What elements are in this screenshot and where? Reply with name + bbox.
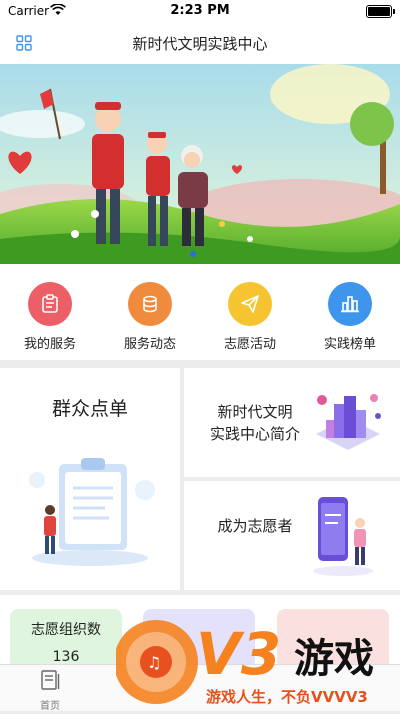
service-label: 服务动态 — [123, 337, 176, 352]
v3-games-watermark: ♫ V3 游戏 游戏人生，不负VVVV3 — [114, 604, 400, 710]
card-title: 群众点单 — [51, 398, 128, 420]
watermark-slogan: 游戏人生，不负VVVV3 — [206, 688, 368, 706]
battery-icon — [366, 5, 395, 18]
service-volunteer-activities[interactable]: 志愿活动 — [200, 282, 300, 352]
service-rankings[interactable]: 实践榜单 — [300, 282, 400, 352]
phone-volunteer-illustration — [313, 497, 373, 576]
svg-text:♫: ♫ — [147, 653, 161, 672]
watermark-logo-text: V3 — [196, 620, 281, 688]
clipboard-illustration — [29, 458, 155, 566]
home-document-icon — [41, 670, 60, 690]
volunteers-illustration — [0, 64, 400, 264]
service-my-services[interactable]: 我的服务 — [0, 282, 100, 352]
coins-icon — [128, 282, 172, 326]
intro-title-line-1: 新时代文明 — [217, 403, 293, 421]
city-isometric-illustration — [316, 394, 381, 450]
clipboard-icon — [28, 282, 72, 326]
tab-home[interactable]: 首页 — [28, 669, 72, 712]
stat-volunteer-orgs[interactable]: 志愿组织数 136 — [10, 609, 122, 665]
service-label: 我的服务 — [23, 337, 76, 352]
card-title: 新时代文明 实践中心简介 — [200, 401, 310, 445]
stat-label: 志愿组织数 — [31, 622, 101, 638]
service-label: 志愿活动 — [223, 337, 276, 352]
service-grid: 我的服务 服务动态 志愿活动 实践榜单 — [0, 264, 400, 360]
service-label: 实践榜单 — [323, 337, 376, 352]
card-title: 成为志愿者 — [217, 517, 293, 535]
v3-watermark-logo: ♫ V3 游戏 游戏人生，不负VVVV3 — [114, 620, 374, 706]
bar-chart-icon — [328, 282, 372, 326]
stat-value: 136 — [52, 649, 80, 665]
navigation-bar: 新时代文明实践中心 — [0, 22, 400, 64]
page-title: 新时代文明实践中心 — [132, 35, 268, 53]
paper-plane-icon — [228, 282, 272, 326]
center-intro-card[interactable]: 新时代文明 实践中心简介 — [184, 368, 400, 477]
clock: 2:23 PM — [170, 3, 230, 18]
service-news[interactable]: 服务动态 — [100, 282, 200, 352]
status-bar: Carrier 2:23 PM — [0, 0, 400, 22]
become-volunteer-card[interactable]: 成为志愿者 — [184, 481, 400, 590]
watermark-brand-text: 游戏 — [294, 636, 374, 682]
public-order-card[interactable]: 群众点单 — [0, 368, 180, 590]
hero-banner[interactable] — [0, 64, 400, 264]
intro-title-line-2: 实践中心简介 — [209, 425, 300, 443]
